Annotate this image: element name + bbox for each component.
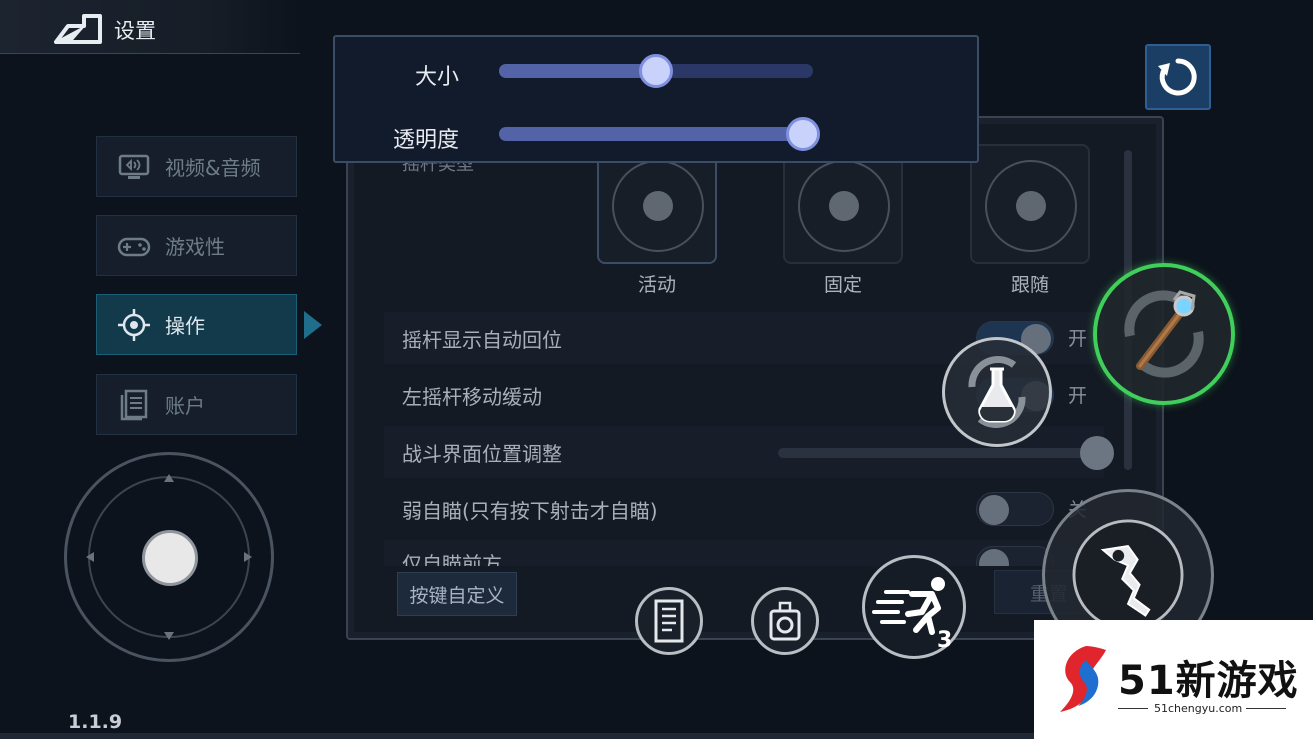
setting-label: 摇杆显示自动回位 (402, 328, 562, 352)
joystick-dot-icon (1016, 191, 1046, 221)
joystick-type-caption: 活动 (637, 274, 676, 296)
ui-position-slider-knob[interactable] (1080, 436, 1114, 470)
setting-label: 战斗界面位置调整 (402, 442, 562, 466)
gamepad-icon (117, 229, 151, 263)
menu-item-video-audio[interactable]: 视频&音频 (96, 136, 297, 197)
menu-item-account[interactable]: 账户 (96, 374, 297, 435)
opacity-label: 透明度 (392, 128, 459, 153)
virtual-joystick-thumb[interactable] (142, 530, 198, 586)
opacity-slider-knob[interactable] (786, 117, 820, 151)
top-bar: 设置 (0, 0, 300, 54)
joystick-type-caption: 固定 (823, 274, 862, 296)
opacity-slider[interactable] (499, 117, 820, 151)
magic-staff-icon (1124, 290, 1204, 378)
menu-label-gameplay: 游戏性 (165, 235, 225, 259)
toggle-state-text: 开 (1068, 328, 1088, 350)
weak-aim-toggle[interactable] (976, 492, 1054, 526)
watermark-divider (1118, 708, 1148, 709)
opacity-slider-fill (499, 127, 803, 141)
watermark-brand: 51新游戏 (1118, 658, 1299, 704)
ui-position-slider[interactable] (778, 448, 1094, 458)
menu-item-gameplay[interactable]: 游戏性 (96, 215, 297, 276)
watermark-divider (1246, 708, 1286, 709)
toggle-knob (979, 549, 1009, 566)
watermark-url: 51chengyu.com (1154, 702, 1243, 715)
watermark-logo-icon (1060, 646, 1106, 712)
menu-label-video-audio: 视频&音频 (165, 156, 261, 180)
dash-button[interactable]: 3 (862, 555, 966, 659)
toggle-state-text: 开 (1068, 385, 1088, 407)
notes-icon (654, 599, 684, 643)
refresh-button[interactable] (1145, 44, 1211, 110)
version-label: 1.1.9 (68, 711, 123, 733)
potion-swap-button[interactable] (942, 337, 1052, 447)
size-label: 大小 (414, 65, 459, 90)
size-slider[interactable] (499, 54, 813, 88)
camera-button[interactable] (751, 587, 819, 655)
joystick-dot-icon (829, 191, 859, 221)
active-menu-indicator (304, 311, 322, 339)
site-watermark: 51新游戏 51chengyu.com (1034, 620, 1313, 739)
size-slider-knob[interactable] (639, 54, 673, 88)
weapon-staff-button[interactable] (1093, 263, 1235, 405)
refresh-icon (1158, 58, 1197, 96)
back-arrow-icon (54, 14, 102, 44)
joystick-dot-icon (643, 191, 673, 221)
toggle-knob (979, 495, 1009, 525)
menu-label-controls: 操作 (165, 314, 205, 338)
dash-charge-count: 3 (937, 628, 953, 653)
document-icon (117, 388, 151, 422)
joystick-type-caption: 跟随 (1010, 274, 1049, 296)
size-opacity-popup: 大小 透明度 (333, 35, 979, 163)
camera-icon (769, 601, 801, 641)
setting-label: 仅自瞄前方 (402, 552, 502, 566)
monitor-icon (117, 150, 151, 184)
menu-item-controls[interactable]: 操作 (96, 294, 297, 355)
size-slider-fill (499, 64, 656, 78)
crosshair-icon (117, 308, 151, 342)
potion-swap-icon (968, 355, 1026, 429)
setting-label: 弱自瞄(只有按下射击才自瞄) (402, 499, 658, 523)
setting-row-weak-aim: 弱自瞄(只有按下射击才自瞄) 关 (384, 483, 1104, 535)
notes-button[interactable] (635, 587, 703, 655)
menu-label-account: 账户 (165, 394, 205, 418)
page-title: 设置 (114, 19, 156, 43)
joystick-type-follow[interactable] (970, 144, 1090, 264)
setting-label: 左摇杆移动缓动 (402, 385, 542, 409)
customize-keys-button[interactable]: 按键自定义 (397, 572, 517, 616)
back-button[interactable] (54, 12, 104, 44)
setting-row-aim-front: 仅自瞄前方 (384, 540, 1104, 566)
